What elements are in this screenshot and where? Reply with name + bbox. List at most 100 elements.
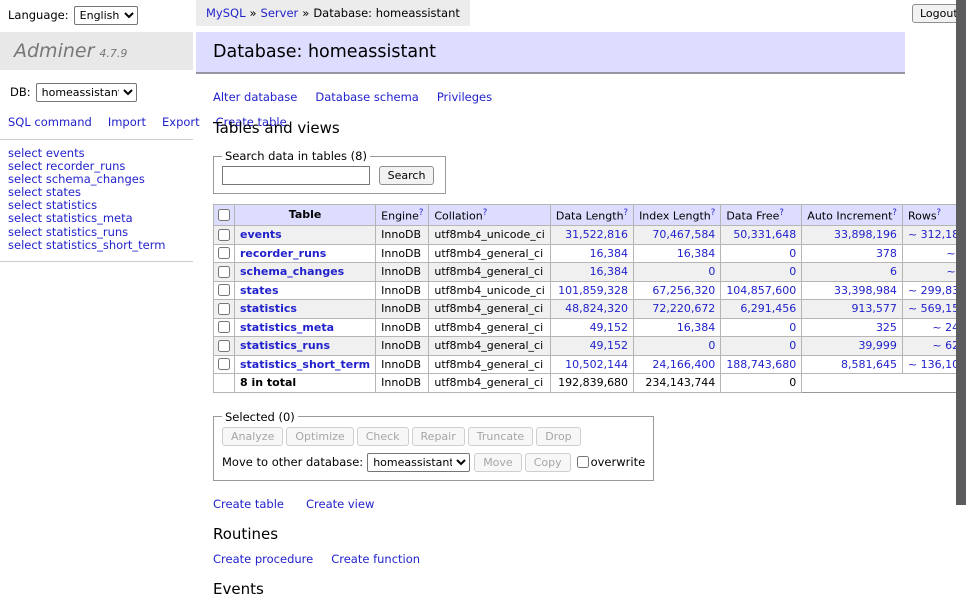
table-name-link[interactable]: events <box>240 228 282 241</box>
column-header-engine: Engine? <box>376 205 429 226</box>
index-length-link[interactable]: 16,384 <box>677 321 716 334</box>
auto-increment-link[interactable]: 8,581,645 <box>841 358 897 371</box>
overwrite-checkbox[interactable] <box>577 456 589 468</box>
scrollbar-thumb[interactable] <box>956 0 966 505</box>
app-version: 4.7.9 <box>99 47 127 60</box>
data-free-link[interactable]: 0 <box>789 321 796 334</box>
table-name-link[interactable]: statistics_short_term <box>240 358 370 371</box>
database-nav-link[interactable]: Privileges <box>437 90 492 104</box>
row-checkbox[interactable] <box>218 247 230 259</box>
table-name-link[interactable]: statistics_runs <box>240 339 330 352</box>
index-length-help-link[interactable]: ? <box>711 208 716 218</box>
data-free-link[interactable]: 0 <box>789 247 796 260</box>
data-free-help-link[interactable]: ? <box>779 208 784 218</box>
selected-action-button: Check <box>357 427 409 446</box>
index-length-link[interactable]: 72,220,672 <box>652 302 715 315</box>
table-row: statistics_meta InnoDB utf8mb4_general_c… <box>214 318 966 337</box>
data-free-link[interactable]: 6,291,456 <box>740 302 796 315</box>
routine-create-link[interactable]: Create function <box>331 552 420 566</box>
data-length-link[interactable]: 101,859,328 <box>558 284 628 297</box>
search-input[interactable] <box>222 166 370 185</box>
data-length-link[interactable]: 49,152 <box>590 321 629 334</box>
table-row: statistics_short_term InnoDB utf8mb4_gen… <box>214 355 966 374</box>
auto-increment-link[interactable]: 913,577 <box>851 302 897 315</box>
total-row: 8 in total InnoDB utf8mb4_general_ci 192… <box>214 374 966 393</box>
move-db-select[interactable]: homeassistant <box>367 453 470 472</box>
sidebar-action-link[interactable]: Export <box>162 115 200 129</box>
routine-links: Create procedure Create function <box>213 552 908 566</box>
breadcrumb-link-mysql[interactable]: MySQL <box>206 6 246 20</box>
create-links: Create table Create view <box>213 497 908 511</box>
data-length-link[interactable]: 16,384 <box>590 265 629 278</box>
index-length-link[interactable]: 0 <box>708 265 715 278</box>
row-checkbox[interactable] <box>218 229 230 241</box>
select-all-checkbox[interactable] <box>218 209 230 221</box>
rows-help-link[interactable]: ? <box>937 208 942 218</box>
engine-help-link[interactable]: ? <box>419 208 424 218</box>
search-legend: Search data in tables (8) <box>222 149 370 163</box>
create-link[interactable]: Create table <box>213 497 284 511</box>
data-free-link[interactable]: 50,331,648 <box>733 228 796 241</box>
sidebar-item-select-table[interactable]: select statistics_short_term <box>8 239 193 252</box>
data-free-link[interactable]: 104,857,600 <box>726 284 796 297</box>
database-nav-link[interactable]: Alter database <box>213 90 297 104</box>
sidebar-item-select-table[interactable]: select statistics_meta <box>8 212 193 225</box>
search-button[interactable]: Search <box>379 166 435 185</box>
auto-increment-link[interactable]: 378 <box>876 247 897 260</box>
sidebar-divider <box>0 139 193 140</box>
sidebar-table-list: select eventsselect recorder_runsselect … <box>8 147 193 252</box>
table-name-link[interactable]: schema_changes <box>240 265 344 278</box>
db-select[interactable]: homeassistant <box>36 83 137 102</box>
row-checkbox[interactable] <box>218 321 230 333</box>
data-length-link[interactable]: 49,152 <box>590 339 629 352</box>
auto-increment-help-link[interactable]: ? <box>892 208 897 218</box>
row-checkbox[interactable] <box>218 266 230 278</box>
data-length-link[interactable]: 31,522,816 <box>565 228 628 241</box>
data-free-link[interactable]: 0 <box>789 339 796 352</box>
index-length-link[interactable]: 67,256,320 <box>652 284 715 297</box>
index-length-link[interactable]: 70,467,584 <box>652 228 715 241</box>
table-name-link[interactable]: statistics_meta <box>240 321 334 334</box>
language-select[interactable]: English <box>74 6 138 25</box>
index-length-link[interactable]: 24,166,400 <box>652 358 715 371</box>
engine-cell: InnoDB <box>376 244 429 263</box>
auto-increment-link[interactable]: 33,398,984 <box>834 284 897 297</box>
selected-action-button: Repair <box>412 427 465 446</box>
engine-cell: InnoDB <box>376 337 429 356</box>
row-checkbox[interactable] <box>218 358 230 370</box>
auto-increment-link[interactable]: 33,898,196 <box>834 228 897 241</box>
routine-create-link[interactable]: Create procedure <box>213 552 313 566</box>
table-row: events InnoDB utf8mb4_unicode_ci 31,522,… <box>214 226 966 245</box>
table-row: recorder_runs InnoDB utf8mb4_general_ci … <box>214 244 966 263</box>
table-name-link[interactable]: recorder_runs <box>240 247 326 260</box>
auto-increment-link[interactable]: 6 <box>890 265 897 278</box>
create-link[interactable]: Create view <box>306 497 374 511</box>
row-checkbox[interactable] <box>218 303 230 315</box>
total-data-free: 0 <box>721 374 802 393</box>
sidebar-action-link[interactable]: SQL command <box>8 115 92 129</box>
table-name-link[interactable]: statistics <box>240 302 297 315</box>
engine-cell: InnoDB <box>376 318 429 337</box>
data-length-link[interactable]: 16,384 <box>590 247 629 260</box>
index-length-link[interactable]: 16,384 <box>677 247 716 260</box>
breadcrumb-link-server[interactable]: Server <box>261 6 299 20</box>
data-length-help-link[interactable]: ? <box>624 208 629 218</box>
auto-increment-link[interactable]: 39,999 <box>858 339 897 352</box>
collation-help-link[interactable]: ? <box>483 208 488 218</box>
data-free-link[interactable]: 188,743,680 <box>726 358 796 371</box>
data-length-link[interactable]: 10,502,144 <box>565 358 628 371</box>
table-row: statistics_runs InnoDB utf8mb4_general_c… <box>214 337 966 356</box>
index-length-link[interactable]: 0 <box>708 339 715 352</box>
data-free-link[interactable]: 0 <box>789 265 796 278</box>
database-nav-link[interactable]: Database schema <box>315 90 418 104</box>
selected-action-button: Truncate <box>468 427 533 446</box>
data-length-link[interactable]: 48,824,320 <box>565 302 628 315</box>
sidebar-item-select-table[interactable]: select statistics_runs <box>8 226 193 239</box>
table-name-link[interactable]: states <box>240 284 279 297</box>
sidebar-action-link[interactable]: Import <box>108 115 146 129</box>
auto-increment-link[interactable]: 325 <box>876 321 897 334</box>
row-checkbox[interactable] <box>218 340 230 352</box>
row-checkbox[interactable] <box>218 284 230 296</box>
app-name[interactable]: Adminer <box>14 40 94 62</box>
app-logo: Adminer 4.7.9 <box>0 32 193 70</box>
